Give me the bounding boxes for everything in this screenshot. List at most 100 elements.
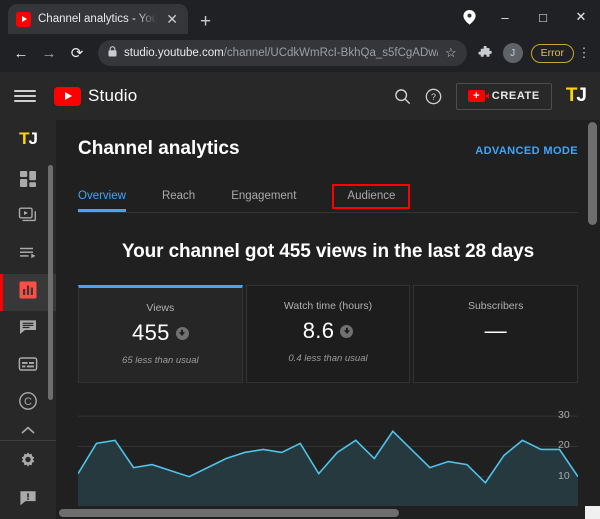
metric-card-label: Watch time (hours) — [283, 300, 373, 312]
browser-tab-title: Channel analytics - YouTube Stud — [38, 13, 158, 25]
window-minimize-button[interactable]: – — [486, 0, 524, 34]
search-icon[interactable] — [394, 88, 411, 105]
down-arrow-icon[interactable] — [340, 324, 354, 338]
sidebar-channel-avatar[interactable]: TJ — [11, 126, 45, 151]
chart-y-tick: 10 — [558, 469, 570, 482]
metric-card-value-row: 8.6 — [255, 318, 402, 344]
metric-card-value-row: 455 — [87, 320, 234, 346]
metric-card-views[interactable]: Views 455 65 less than usual — [78, 285, 243, 383]
metric-card-value: 8.6 — [302, 318, 335, 343]
forward-button[interactable]: → — [36, 40, 62, 66]
back-button[interactable]: ← — [8, 40, 34, 66]
metric-cards: Views 455 65 less than usual Watch time … — [78, 285, 579, 383]
create-button-label: CREATE — [491, 90, 540, 102]
browser-toolbar: ← → ⟳ studio.youtube.com/channel/UCdkWmR… — [0, 34, 600, 72]
chart-y-tick: 30 — [558, 409, 570, 422]
youtube-studio-page: Studio ? CREATE — [0, 72, 600, 519]
analytics-content-inner: Channel analytics ADVANCED MODE Overview… — [56, 120, 600, 519]
address-bar-text: studio.youtube.com/channel/UCdkWmRcI-Bkh… — [124, 47, 438, 59]
video-icon — [18, 206, 38, 231]
error-badge[interactable]: Error — [530, 43, 574, 63]
sidebar-divider — [0, 440, 56, 442]
metric-card-value: — — [484, 318, 507, 343]
tab-reach[interactable]: Reach — [162, 186, 195, 211]
window-maximize-button[interactable]: □ — [524, 0, 562, 34]
new-tab-button[interactable]: + — [200, 12, 211, 31]
metric-card-label: Subscribers — [467, 300, 524, 312]
page-vertical-scrollbar[interactable] — [585, 120, 600, 519]
analytics-header-row: Channel analytics ADVANCED MODE — [78, 120, 578, 160]
chart-area-fill — [78, 431, 578, 507]
youtube-icon — [54, 86, 81, 106]
chrome-profile-avatar[interactable]: J — [502, 43, 523, 63]
studio-logo-text: Studio — [88, 86, 138, 105]
sidebar-item-send-feedback[interactable] — [0, 482, 56, 519]
dashboard-icon — [18, 169, 38, 194]
chart-y-axis-labels: 10 20 30 — [544, 407, 584, 507]
browser-window: Channel analytics - YouTube Stud ✕ + – □… — [0, 0, 600, 519]
page-title: Channel analytics — [78, 138, 240, 159]
avatar[interactable]: TJ — [565, 85, 587, 107]
tab-engagement[interactable]: Engagement — [231, 186, 296, 211]
playlist-icon — [18, 243, 38, 268]
url-path: /channel/UCdkWmRcI-BkhQa_s5fCgADw/analyt… — [223, 47, 438, 59]
page-horizontal-scrollbar-thumb[interactable] — [59, 508, 399, 517]
hamburger-icon[interactable] — [14, 90, 36, 102]
comment-icon — [18, 317, 38, 342]
chevron-up-icon[interactable] — [21, 422, 35, 438]
metric-card-subtext: 0.4 less than usual — [288, 353, 368, 364]
copyright-icon: C — [18, 391, 38, 416]
address-bar[interactable]: studio.youtube.com/channel/UCdkWmRcI-Bkh… — [98, 40, 467, 66]
video-camera-icon — [467, 90, 489, 102]
studio-logo[interactable]: Studio — [54, 86, 137, 106]
reload-button[interactable]: ⟳ — [64, 40, 90, 66]
lock-icon — [108, 44, 117, 62]
metric-card-value: 455 — [132, 320, 170, 345]
scrollbar-corner — [585, 506, 600, 519]
metric-card-subtext: 65 less than usual — [122, 355, 199, 366]
page-vertical-scrollbar-thumb[interactable] — [588, 122, 597, 225]
tab-overview[interactable]: Overview — [78, 186, 126, 212]
metric-card-watch-time[interactable]: Watch time (hours) 8.6 0.4 less than usu… — [245, 285, 411, 383]
browser-profile-icon[interactable] — [452, 9, 486, 25]
youtube-icon — [16, 11, 31, 27]
browser-tabstrip: Channel analytics - YouTube Stud ✕ + – □… — [0, 0, 600, 34]
help-icon[interactable]: ? — [425, 88, 442, 105]
bookmark-star-icon[interactable]: ☆ — [445, 45, 457, 61]
tab-audience[interactable]: Audience — [332, 184, 411, 209]
svg-text:C: C — [24, 396, 32, 408]
studio-header: Studio ? CREATE — [0, 72, 600, 120]
metric-card-subscribers[interactable]: Subscribers — — [413, 285, 579, 383]
window-close-button[interactable]: ✕ — [562, 0, 600, 34]
advanced-mode-link[interactable]: ADVANCED MODE — [475, 145, 578, 157]
subtitles-icon — [18, 354, 38, 379]
studio-header-actions: ? CREATE TJ — [394, 82, 587, 110]
avatar-initial-first: T — [565, 85, 578, 106]
chart-y-tick: 20 — [558, 439, 570, 452]
create-button[interactable]: CREATE — [455, 82, 552, 110]
analytics-hero-heading: Your channel got 455 views in the last 2… — [121, 241, 535, 262]
window-controls: – □ ✕ — [452, 0, 600, 34]
page-horizontal-scrollbar[interactable] — [56, 506, 585, 519]
views-chart[interactable]: 10 20 30 — [78, 407, 578, 519]
avatar-initial-second: J — [576, 85, 587, 106]
down-arrow-icon[interactable] — [175, 326, 189, 340]
views-chart-svg — [78, 407, 578, 507]
sidebar-avatar-initial-second: J — [28, 128, 38, 148]
sidebar-avatar-initial-first: T — [19, 128, 29, 148]
metric-card-value-row: — — [422, 318, 569, 344]
extensions-puzzle-icon[interactable] — [475, 45, 497, 61]
close-icon[interactable]: ✕ — [164, 12, 180, 26]
feedback-icon — [18, 488, 38, 513]
metric-card-label: Views — [146, 302, 175, 314]
svg-text:?: ? — [431, 91, 436, 101]
analytics-tab-bar: Overview Reach Engagement Audience — [78, 184, 578, 213]
browser-tab[interactable]: Channel analytics - YouTube Stud ✕ — [8, 4, 188, 34]
analytics-icon — [18, 280, 38, 305]
gear-icon — [18, 451, 38, 476]
sidebar-item-settings[interactable] — [0, 445, 56, 482]
url-domain: studio.youtube.com — [124, 47, 224, 59]
browser-menu-icon[interactable]: ⋮ — [576, 45, 592, 61]
analytics-content: Channel analytics ADVANCED MODE Overview… — [56, 120, 600, 519]
sidebar-scrollbar[interactable] — [48, 165, 53, 400]
